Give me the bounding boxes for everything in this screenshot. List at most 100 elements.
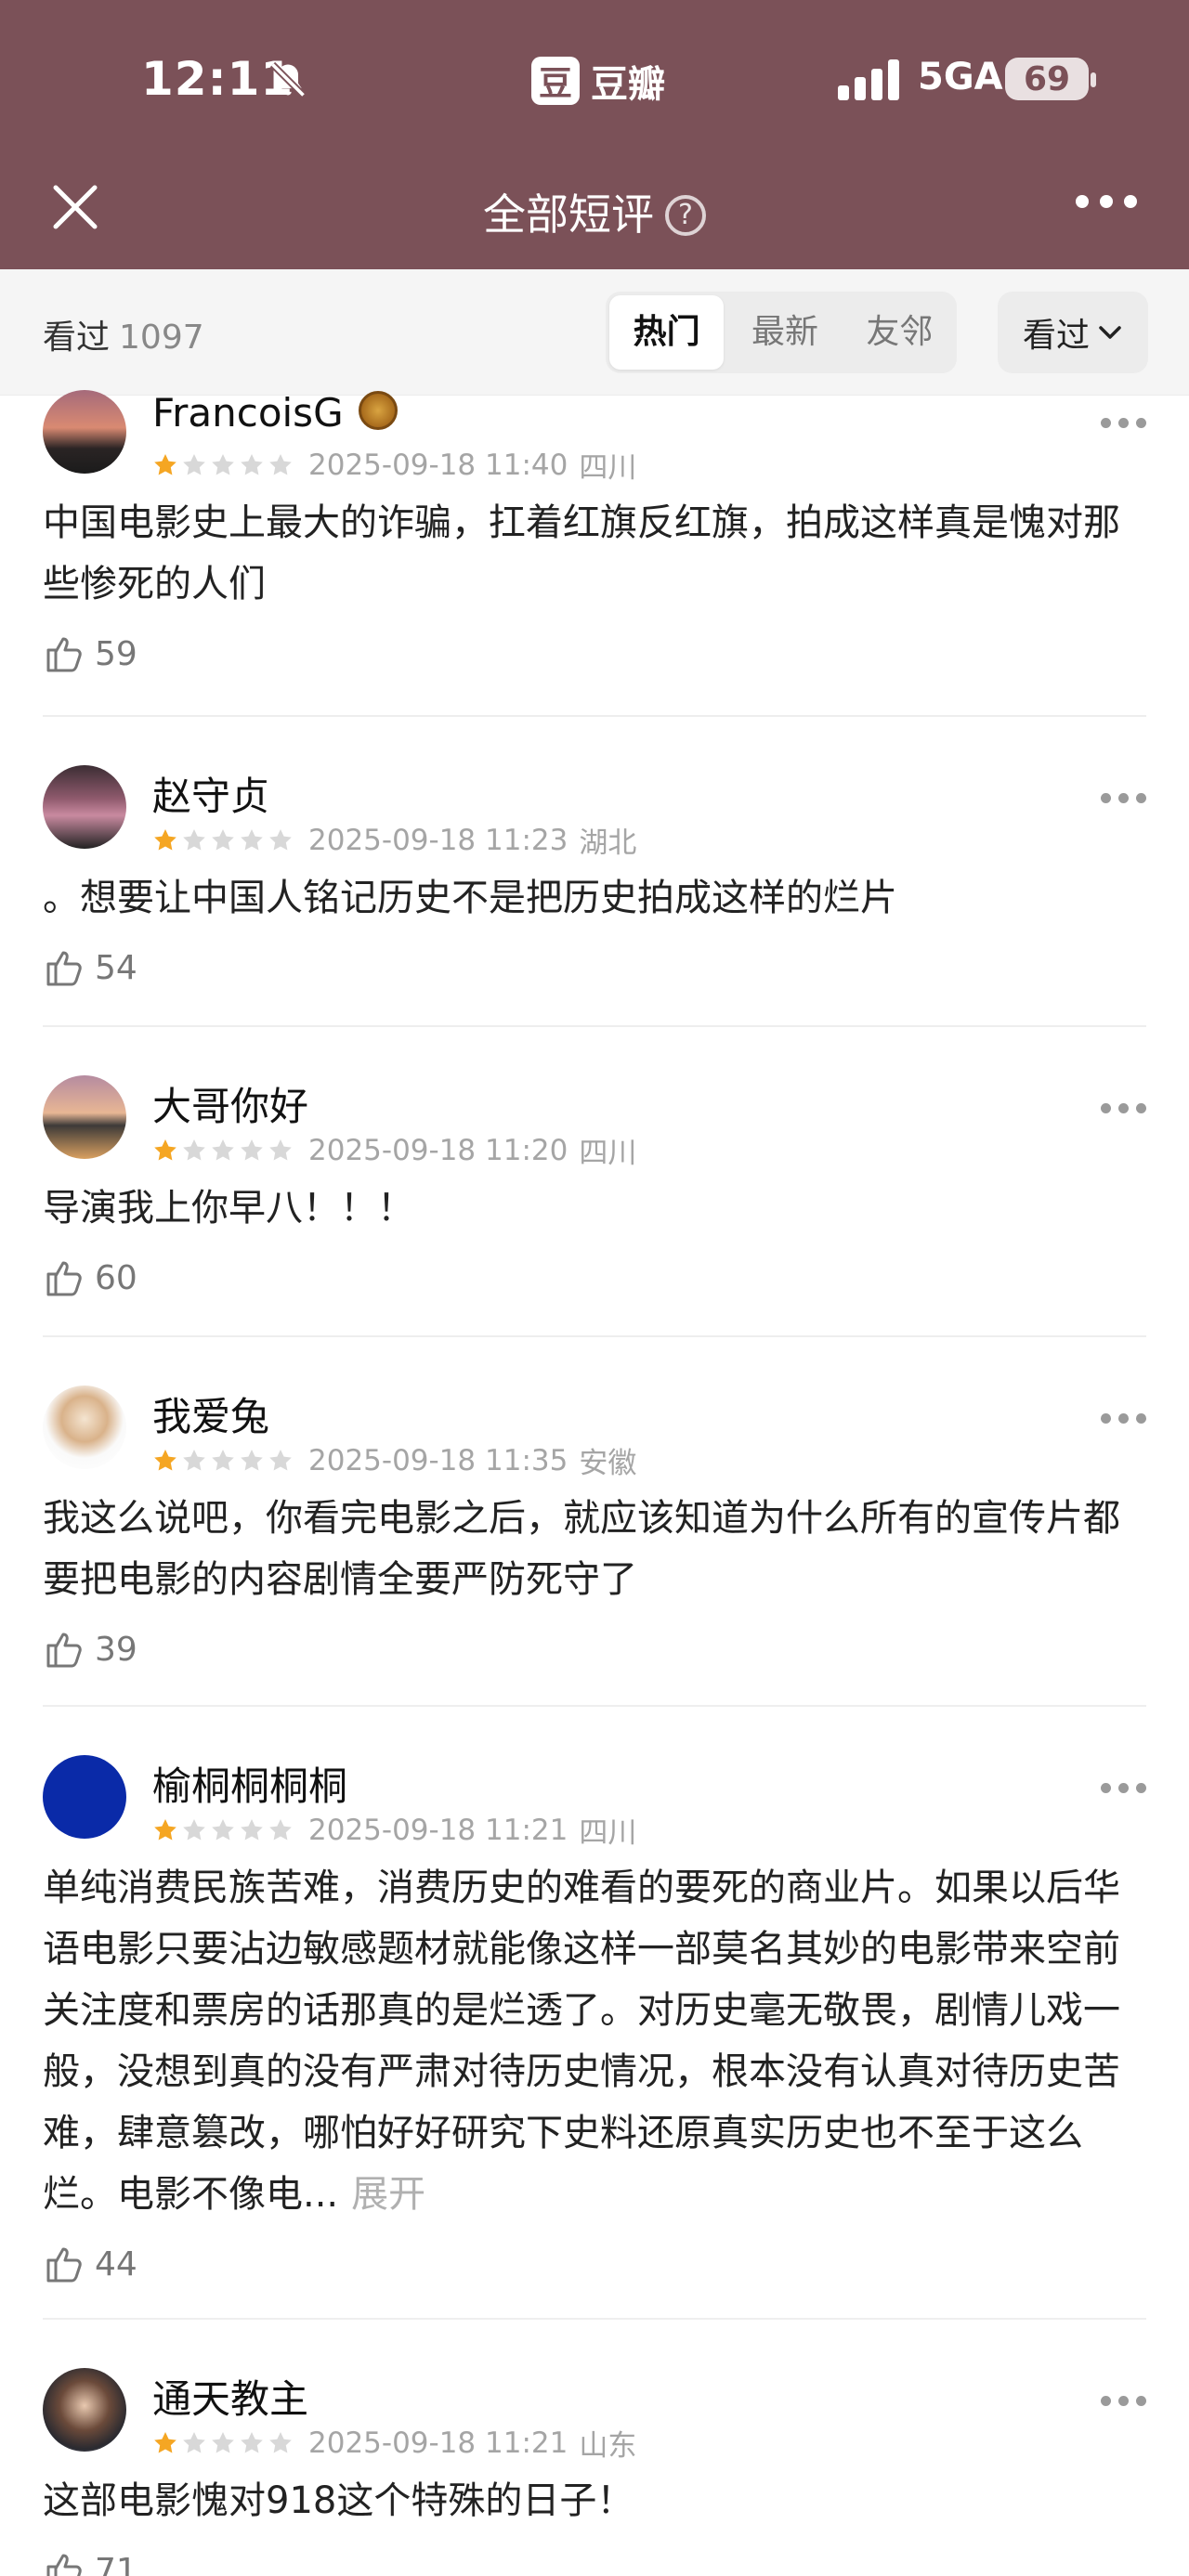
top-bar: 12:11 豆 豆瓣 5GA 69 全部短评? <box>0 0 1189 269</box>
avatar[interactable] <box>43 1386 126 1469</box>
avatar[interactable] <box>43 765 126 849</box>
like-button[interactable]: 39 <box>43 1627 137 1672</box>
review-date: 2025-09-18 11:23 <box>308 823 568 857</box>
like-button[interactable]: 71 <box>43 2548 137 2576</box>
review-body: 中国电影史上最大的诈骗，扛着红旗反红旗，拍成这样真是愧对那些惨死的人们 <box>43 501 1120 605</box>
review-body: 这部电影愧对918这个特殊的日子！ <box>43 2479 634 2522</box>
star-icon <box>183 1138 205 1160</box>
star-icon <box>241 1818 263 1840</box>
star-icon <box>212 828 234 850</box>
like-button[interactable]: 59 <box>43 631 137 676</box>
review-text: 中国电影史上最大的诈骗，扛着红旗反红旗，拍成这样真是愧对那些惨死的人们 <box>43 492 1146 615</box>
more-options-icon[interactable] <box>1101 1413 1146 1424</box>
tab-hot[interactable]: 热门 <box>609 295 725 370</box>
avatar[interactable] <box>43 390 126 474</box>
username[interactable]: 榆桐桐桐桐 <box>152 1755 347 1812</box>
rating-stars <box>152 827 294 853</box>
douban-logo-icon: 豆 <box>531 57 580 105</box>
review-item-francoisg: FrancoisG 2025-09-18 11:40 四川中国电影史上最大的诈骗，扛… <box>43 390 1146 717</box>
username[interactable]: 通天教主 <box>152 2368 308 2425</box>
review-body: 。想要让中国人铭记历史不是把历史拍成这样的烂片 <box>43 877 897 919</box>
review-text: 我这么说吧，你看完电影之后，就应该知道为什么所有的宣传片都要把电影的内容剧情全要… <box>43 1488 1146 1610</box>
dropdown-label: 看过 <box>1022 317 1090 355</box>
star-icon <box>269 828 292 850</box>
tab-latest[interactable]: 最新 <box>727 295 842 370</box>
like-count: 44 <box>95 2244 137 2283</box>
bell-muted-icon <box>269 61 307 98</box>
app-name: 豆瓣 <box>591 63 665 106</box>
review-item-tongtian-jiaozhu: 通天教主 2025-09-18 11:21 山东这部电影愧对918这个特殊的日子！ 7… <box>43 2320 1146 2576</box>
star-icon <box>154 2431 176 2452</box>
star-icon <box>241 1449 263 1470</box>
star-icon <box>212 1138 234 1160</box>
rating-stars <box>152 452 294 478</box>
review-item-wo-ai-tu: 我爱兔 2025-09-18 11:35 安徽我这么说吧，你看完电影之后，就应该知道… <box>43 1337 1146 1707</box>
like-button[interactable]: 54 <box>43 945 137 990</box>
username[interactable]: 我爱兔 <box>152 1386 269 1442</box>
help-icon[interactable]: ? <box>665 194 706 236</box>
star-icon <box>154 1138 176 1160</box>
review-location: 山东 <box>579 2429 637 2463</box>
thumbs-up-icon <box>46 2247 82 2283</box>
rating-stars <box>152 1817 294 1843</box>
tab-friends[interactable]: 友邻 <box>843 295 957 370</box>
star-icon <box>241 828 263 850</box>
star-icon <box>154 1818 176 1840</box>
rating-stars <box>152 1138 294 1164</box>
review-meta: 2025-09-18 11:23 湖北 <box>152 819 636 861</box>
star-icon <box>269 1449 292 1470</box>
filter-bar: 看过 1097 热门 最新 友邻 看过 <box>0 269 1189 396</box>
page-title-wrap: 全部短评? <box>0 181 1189 242</box>
username-text: 通天教主 <box>152 2376 309 2422</box>
more-options-icon[interactable] <box>1101 1783 1146 1793</box>
review-date: 2025-09-18 11:21 <box>308 2426 568 2460</box>
star-icon <box>269 1818 292 1840</box>
network-type: 5GA <box>918 56 1003 98</box>
star-icon <box>212 2431 234 2452</box>
more-options-icon[interactable] <box>1076 195 1137 208</box>
expand-link[interactable]: 展开 <box>351 2173 425 2216</box>
review-meta: 2025-09-18 11:20 四川 <box>152 1129 636 1171</box>
avatar[interactable] <box>43 1075 126 1159</box>
more-options-icon[interactable] <box>1101 793 1146 803</box>
star-icon <box>154 828 176 850</box>
sort-tabs: 热门 最新 友邻 <box>606 292 957 373</box>
more-options-icon[interactable] <box>1101 418 1146 428</box>
star-icon <box>212 1449 234 1470</box>
like-count: 60 <box>95 1258 137 1297</box>
review-date: 2025-09-18 11:21 <box>308 1813 568 1847</box>
star-icon <box>183 2431 205 2452</box>
star-icon <box>183 1818 205 1840</box>
chevron-down-icon <box>1099 326 1121 339</box>
username-text: 榆桐桐桐桐 <box>152 1763 348 1809</box>
seen-count: 看过 1097 <box>43 310 204 358</box>
like-button[interactable]: 44 <box>43 2242 137 2286</box>
username-text: 我爱兔 <box>152 1394 270 1439</box>
review-date: 2025-09-18 11:40 <box>308 448 568 482</box>
username[interactable]: FrancoisG <box>152 390 398 436</box>
review-location: 四川 <box>579 451 637 485</box>
like-count: 59 <box>95 634 137 673</box>
username[interactable]: 大哥你好 <box>152 1075 308 1132</box>
signal-icon <box>838 59 899 100</box>
review-meta: 2025-09-18 11:35 安徽 <box>152 1439 636 1481</box>
star-icon <box>241 2431 263 2452</box>
user-badge-icon <box>358 391 398 430</box>
avatar[interactable] <box>43 1755 126 1839</box>
like-button[interactable]: 60 <box>43 1255 137 1300</box>
status-dropdown[interactable]: 看过 <box>998 292 1148 373</box>
thumbs-up-icon <box>46 2554 82 2576</box>
more-options-icon[interactable] <box>1101 2396 1146 2406</box>
star-icon <box>183 453 205 475</box>
username[interactable]: 赵守贞 <box>152 765 269 822</box>
review-text: 这部电影愧对918这个特殊的日子！ <box>43 2470 1146 2531</box>
review-body: 单纯消费民族苦难，消费历史的难看的要死的商业片。如果以后华语电影只要沾边敏感题材… <box>43 1867 1120 2216</box>
avatar[interactable] <box>43 2368 126 2452</box>
more-options-icon[interactable] <box>1101 1103 1146 1113</box>
review-text: 单纯消费民族苦难，消费历史的难看的要死的商业片。如果以后华语电影只要沾边敏感题材… <box>43 1857 1146 2225</box>
star-icon <box>154 453 176 475</box>
review-date: 2025-09-18 11:20 <box>308 1133 568 1167</box>
review-location: 四川 <box>579 1137 637 1170</box>
star-icon <box>241 453 263 475</box>
star-icon <box>212 453 234 475</box>
